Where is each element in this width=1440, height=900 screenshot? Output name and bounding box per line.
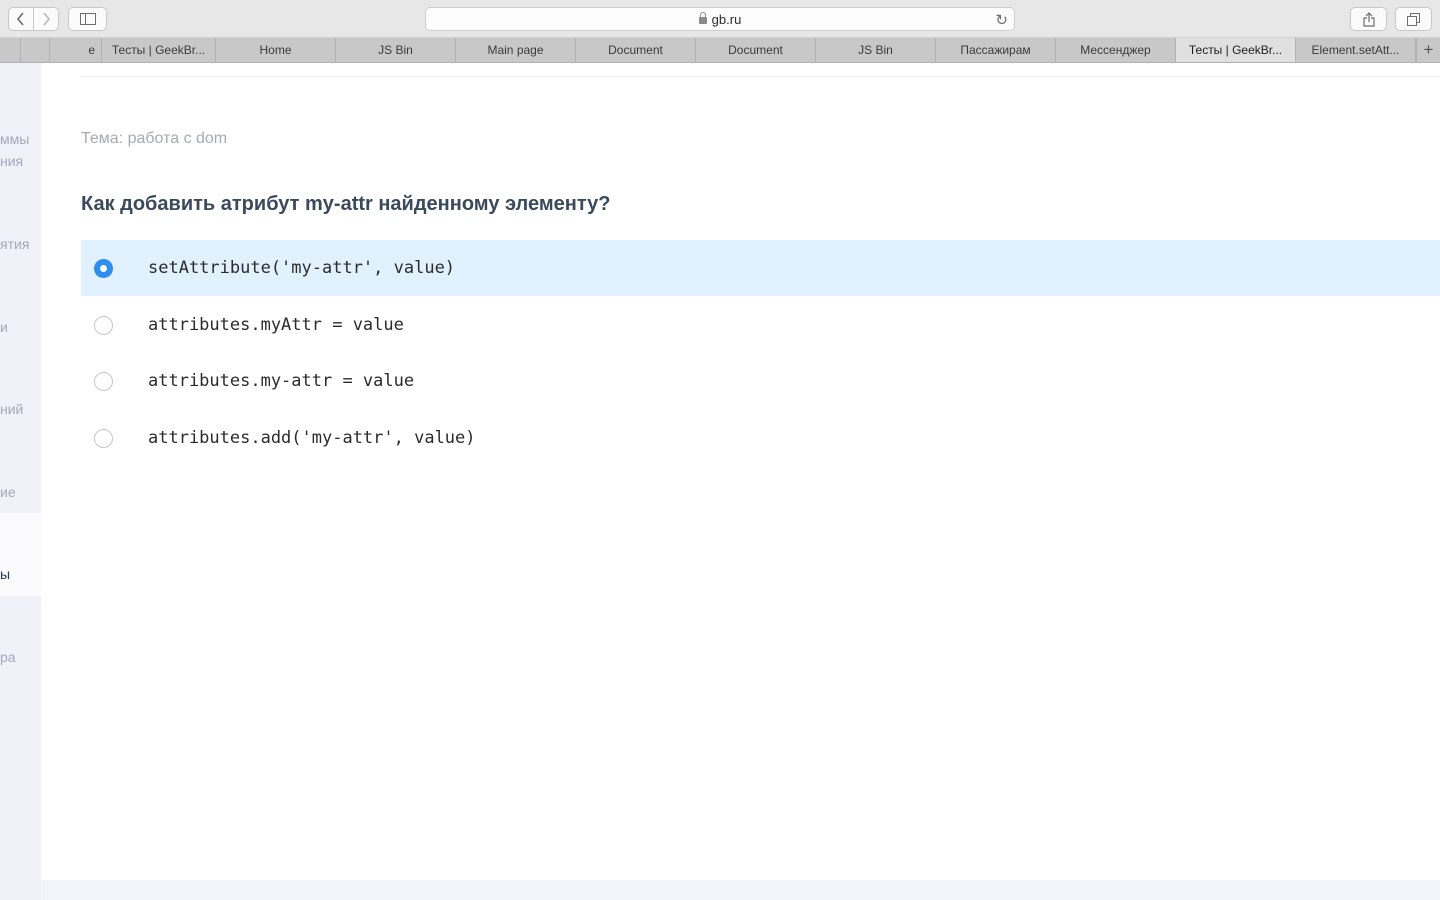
sidebar-item[interactable]: и xyxy=(0,317,41,338)
sidebar-item[interactable]: ния xyxy=(0,151,41,172)
chevron-left-icon xyxy=(16,12,24,26)
tab[interactable]: Тесты | GeekBr... xyxy=(102,38,216,62)
radio-button[interactable] xyxy=(94,371,113,391)
tab[interactable]: Document xyxy=(576,38,696,62)
tab[interactable]: JS Bin xyxy=(336,38,456,62)
answer-option[interactable]: setAttribute('my-attr', value) xyxy=(81,240,1440,296)
sidebar-item[interactable]: ие xyxy=(0,482,41,503)
answer-option-label: attributes.my-attr = value xyxy=(148,371,415,391)
radio-button-checked[interactable] xyxy=(94,258,113,278)
reload-icon[interactable]: ↻ xyxy=(995,11,1008,29)
sidebar-item[interactable]: ммы xyxy=(0,129,41,150)
tab[interactable]: е xyxy=(50,38,102,62)
forward-button[interactable] xyxy=(33,7,59,31)
tabs-overview-button[interactable] xyxy=(1395,7,1432,31)
tab[interactable]: Home xyxy=(216,38,336,62)
answer-option-label: attributes.add('my-attr', value) xyxy=(148,428,476,448)
divider xyxy=(81,76,1440,77)
answer-option-label: setAttribute('my-attr', value) xyxy=(148,258,456,278)
quiz-question: Как добавить атрибут my-attr найденному … xyxy=(81,193,611,215)
tab[interactable]: JS Bin xyxy=(816,38,936,62)
answer-option[interactable]: attributes.myAttr = value xyxy=(81,297,1440,353)
sidebar-item[interactable]: ра xyxy=(0,647,41,668)
sidebar-toggle-button[interactable] xyxy=(68,7,107,31)
page-content: ммы ния ятия и ний ие ы ра Тема: работа … xyxy=(0,63,1440,900)
radio-button[interactable] xyxy=(94,428,113,448)
tab-pinned[interactable] xyxy=(0,38,21,62)
radio-button[interactable] xyxy=(94,315,113,335)
sidebar-icon xyxy=(79,13,96,25)
tab[interactable]: Main page xyxy=(456,38,576,62)
browser-toolbar: gb.ru ↻ xyxy=(0,0,1440,38)
tab[interactable]: Мессенджер xyxy=(1056,38,1176,62)
back-button[interactable] xyxy=(8,7,34,31)
new-tab-button[interactable]: + xyxy=(1416,38,1440,62)
answer-option-label: attributes.myAttr = value xyxy=(148,315,404,335)
answer-option[interactable]: attributes.add('my-attr', value) xyxy=(81,410,1440,466)
share-icon xyxy=(1362,11,1375,27)
quiz-topic: Тема: работа с dom xyxy=(81,130,228,147)
sidebar-item-active[interactable]: ы xyxy=(0,513,41,596)
chevron-right-icon xyxy=(43,12,51,26)
page-footer-band xyxy=(41,880,1440,900)
sidebar-item[interactable]: ний xyxy=(0,399,41,420)
course-sidebar: ммы ния ятия и ний ие ы ра xyxy=(0,63,41,900)
tabs-overview-icon xyxy=(1407,12,1420,26)
tab-pinned[interactable] xyxy=(21,38,50,62)
lock-icon xyxy=(698,11,707,24)
plus-icon: + xyxy=(1423,40,1434,59)
answer-option[interactable]: attributes.my-attr = value xyxy=(81,353,1440,409)
sidebar-item[interactable]: ятия xyxy=(0,234,41,255)
address-bar[interactable]: gb.ru ↻ xyxy=(425,7,1015,31)
share-button[interactable] xyxy=(1350,7,1387,31)
tab[interactable]: Document xyxy=(696,38,816,62)
tab[interactable]: Пассажирам xyxy=(936,38,1056,62)
url-text: gb.ru xyxy=(711,11,742,27)
tab[interactable]: Element.setAtt... xyxy=(1296,38,1416,62)
tab-bar: е Тесты | GeekBr... Home JS Bin Main pag… xyxy=(0,38,1440,63)
tab-active[interactable]: Тесты | GeekBr... xyxy=(1176,38,1296,62)
